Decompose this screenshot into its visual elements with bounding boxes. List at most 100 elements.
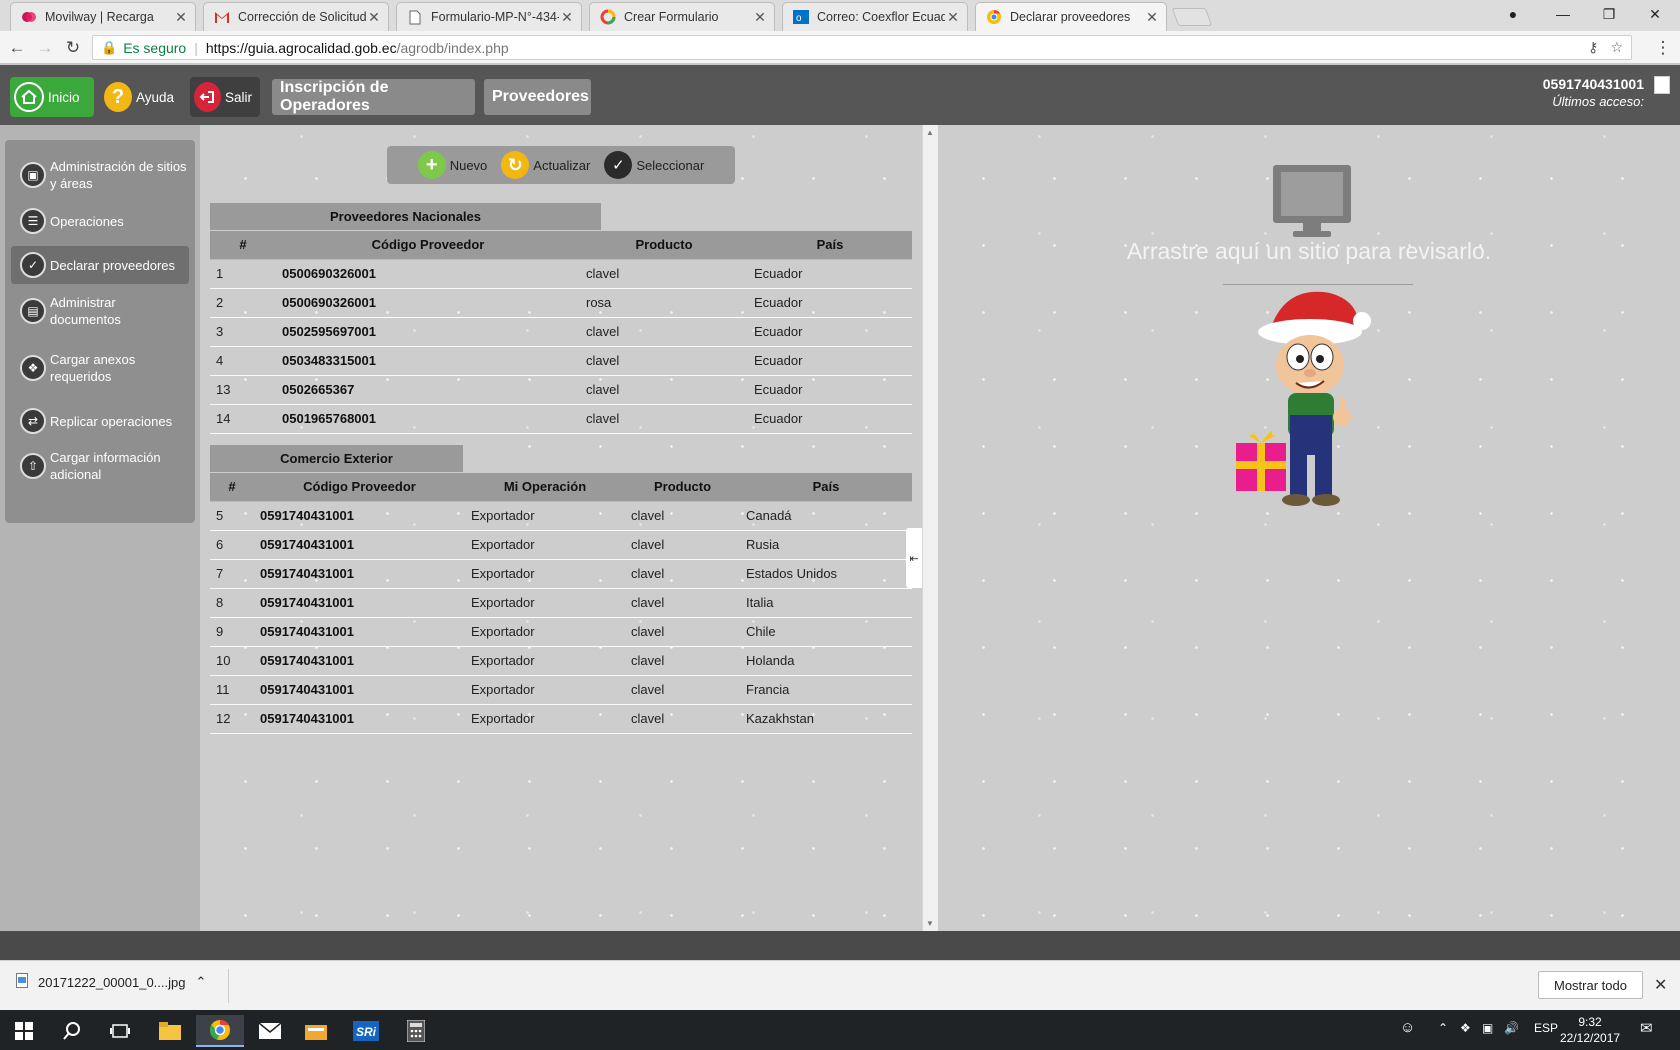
- inicio-button[interactable]: Inicio: [10, 77, 94, 117]
- table-row[interactable]: 12 0591740431001 Exportador clavel Kazakhsta…: [210, 704, 912, 734]
- column-header[interactable]: País: [740, 473, 912, 502]
- close-tab-icon[interactable]: ✕: [173, 9, 189, 26]
- close-window-button[interactable]: ✕: [1632, 0, 1678, 28]
- table-row[interactable]: 1 0500690326001 clavel Ecuador: [210, 259, 912, 289]
- table-cell: clavel: [625, 675, 740, 705]
- system-clock[interactable]: 9:32 22/12/2017: [1560, 1014, 1620, 1046]
- browser-tab-gmail[interactable]: Corrección de Solicitud E ✕: [203, 2, 389, 31]
- vertical-scrollbar[interactable]: ▲ ▼: [922, 125, 938, 931]
- language-indicator[interactable]: ESP: [1534, 1021, 1558, 1035]
- show-hidden-icons-icon[interactable]: ⌃: [1438, 1021, 1448, 1035]
- site-drop-zone[interactable]: Arrastre aquí un sitio para revisarlo.: [938, 125, 1680, 931]
- table-cell: Ecuador: [748, 375, 912, 405]
- column-header[interactable]: Producto: [580, 231, 748, 260]
- url-input[interactable]: 🔒 Es seguro | https://guia.agrocalidad.g…: [92, 35, 1632, 60]
- column-header[interactable]: Código Proveedor: [276, 231, 580, 260]
- table-row[interactable]: 2 0500690326001 rosa Ecuador: [210, 288, 912, 318]
- table-row[interactable]: 4 0503483315001 clavel Ecuador: [210, 346, 912, 376]
- sidebar-item-replicar-operaciones[interactable]: ⇄ Replicar operaciones: [11, 404, 189, 438]
- bookmark-star-icon[interactable]: ☆: [1610, 39, 1623, 56]
- table-cell: Francia: [740, 675, 912, 705]
- chrome-taskbar-icon[interactable]: [196, 1015, 244, 1047]
- sri-app-icon[interactable]: SRi: [342, 1015, 390, 1047]
- chevron-up-icon[interactable]: ⌃: [195, 974, 206, 990]
- key-icon[interactable]: ⚷: [1588, 39, 1598, 56]
- task-view-icon[interactable]: [96, 1015, 144, 1047]
- column-header[interactable]: #: [210, 231, 276, 260]
- calculator-icon[interactable]: [392, 1015, 440, 1047]
- browser-tab-crear-formulario[interactable]: Crear Formulario ✕: [589, 2, 775, 31]
- minimize-button[interactable]: —: [1540, 0, 1586, 28]
- profile-icon[interactable]: ●: [1490, 0, 1536, 28]
- monitor-icon: [1273, 165, 1351, 237]
- gmail-icon: [214, 9, 230, 25]
- back-arrow-icon[interactable]: ←: [6, 37, 28, 59]
- show-all-downloads-button[interactable]: Mostrar todo: [1538, 971, 1643, 999]
- scroll-up-arrow-icon[interactable]: ▲: [926, 128, 934, 137]
- table-cell: 0591740431001: [254, 675, 465, 705]
- column-header[interactable]: Mi Operación: [465, 473, 625, 502]
- volume-icon[interactable]: 🔊: [1504, 1021, 1519, 1035]
- scroll-down-arrow-icon[interactable]: ▼: [926, 919, 934, 928]
- seleccionar-button[interactable]: ✓ Seleccionar: [604, 151, 704, 179]
- close-tab-icon[interactable]: ✕: [559, 9, 575, 26]
- table-row[interactable]: 14 0501965768001 clavel Ecuador: [210, 404, 912, 434]
- network-icon[interactable]: ▣: [1482, 1021, 1493, 1035]
- table-row[interactable]: 3 0502595697001 clavel Ecuador: [210, 317, 912, 347]
- mail-icon[interactable]: [246, 1015, 294, 1047]
- sidebar-item-administrar-documentos[interactable]: ▤ Administrar documentos: [11, 291, 189, 331]
- table-cell: clavel: [625, 646, 740, 676]
- browser-tab-movilway[interactable]: Movilway | Recarga ✕: [10, 2, 196, 31]
- reload-icon[interactable]: ↻: [62, 37, 84, 59]
- file-explorer-icon[interactable]: [146, 1015, 194, 1047]
- table-row[interactable]: 8 0591740431001 Exportador clavel Italia: [210, 588, 912, 618]
- browser-tab-declarar-proveedores[interactable]: Declarar proveedores ✕: [975, 2, 1167, 31]
- search-icon[interactable]: [48, 1015, 96, 1047]
- column-header[interactable]: País: [748, 231, 912, 260]
- actualizar-button[interactable]: ↻ Actualizar: [501, 151, 590, 179]
- close-tab-icon[interactable]: ✕: [366, 9, 382, 26]
- notifications-icon[interactable]: ✉: [1640, 1019, 1653, 1037]
- table-cell: 7: [210, 559, 254, 589]
- nuevo-button[interactable]: + Nuevo: [417, 151, 487, 179]
- download-item[interactable]: 20171222_00001_0....jpg ⌃: [16, 973, 206, 991]
- dropbox-icon[interactable]: ❖: [1460, 1021, 1471, 1035]
- new-tab-button[interactable]: [1171, 8, 1213, 26]
- table-cell: Ecuador: [748, 288, 912, 318]
- table-row[interactable]: 5 0591740431001 Exportador clavel Canadá: [210, 501, 912, 531]
- table-row[interactable]: 11 0591740431001 Exportador clavel Francia: [210, 675, 912, 705]
- sidebar-item-declarar-proveedores[interactable]: ✓ Declarar proveedores: [11, 246, 189, 284]
- collapse-panel-button[interactable]: ⇤: [906, 528, 922, 588]
- table-row[interactable]: 6 0591740431001 Exportador clavel Rusia: [210, 530, 912, 560]
- sidebar-item-sitios-areas[interactable]: ▣ Administración de sitios y áreas: [11, 155, 189, 195]
- forward-arrow-icon[interactable]: →: [34, 37, 56, 59]
- table-row[interactable]: 13 0502665367 clavel Ecuador: [210, 375, 912, 405]
- salir-button[interactable]: Salir: [190, 77, 260, 117]
- upload-info-icon: ⇧: [20, 453, 46, 479]
- table-row[interactable]: 10 0591740431001 Exportador clavel Holanda: [210, 646, 912, 676]
- help-icon: ?: [104, 82, 132, 112]
- menu-proveedores[interactable]: Proveedores: [484, 79, 591, 115]
- chrome-menu-icon[interactable]: ⋮: [1652, 37, 1674, 59]
- ayuda-button[interactable]: ? Ayuda: [100, 77, 182, 117]
- sidebar-item-operaciones[interactable]: ☰ Operaciones: [11, 204, 189, 238]
- browser-tab-correo[interactable]: o Correo: Coexflor Ecuado ✕: [782, 2, 968, 31]
- table-row[interactable]: 7 0591740431001 Exportador clavel Estados Un…: [210, 559, 912, 589]
- browser-tab-formulario[interactable]: Formulario-MP-N°-434-2 ✕: [396, 2, 582, 31]
- sidebar-item-cargar-anexos[interactable]: ❖ Cargar anexos requeridos: [11, 348, 189, 388]
- column-header[interactable]: #: [210, 473, 254, 502]
- menu-inscripcion-operadores[interactable]: Inscripción de Operadores: [272, 79, 475, 115]
- folder-app-icon[interactable]: [292, 1015, 340, 1047]
- close-tab-icon[interactable]: ✕: [752, 9, 768, 26]
- column-header[interactable]: Producto: [625, 473, 740, 502]
- close-tab-icon[interactable]: ✕: [945, 9, 961, 26]
- close-tab-icon[interactable]: ✕: [1144, 9, 1160, 26]
- table-row[interactable]: 9 0591740431001 Exportador clavel Chile: [210, 617, 912, 647]
- sidebar-item-cargar-informacion[interactable]: ⇧ Cargar información adicional: [11, 446, 189, 486]
- windows-start-icon[interactable]: [0, 1015, 48, 1047]
- column-header[interactable]: Código Proveedor: [254, 473, 465, 502]
- restore-button[interactable]: ❐: [1586, 0, 1632, 28]
- table-cell: clavel: [625, 501, 740, 531]
- people-icon[interactable]: ☺: [1400, 1019, 1415, 1036]
- close-download-bar-icon[interactable]: ✕: [1654, 975, 1667, 995]
